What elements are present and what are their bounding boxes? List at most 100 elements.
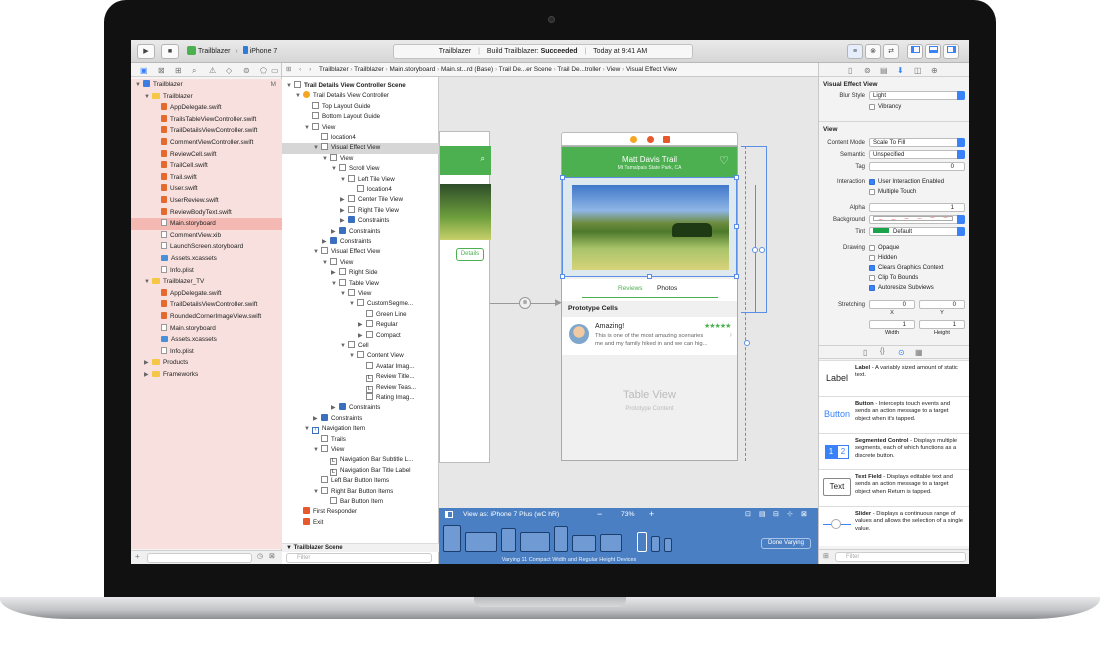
clip-bounds-checkbox[interactable] [869,275,875,281]
disclosure-icon[interactable]: ▼ [295,91,303,101]
outline-item[interactable]: ▶ Compact [282,330,439,341]
tab-reviews[interactable]: Reviews [618,285,643,292]
disclosure-icon[interactable]: ▶ [340,216,348,226]
disclosure-icon[interactable]: ▼ [331,279,339,289]
file-tree-item[interactable]: ReviewCell.swift [131,149,282,161]
view-controller-icon[interactable] [630,136,637,143]
standard-editor-button[interactable]: ≡ [847,44,863,59]
details-button[interactable]: Details [456,248,484,261]
disclosure-icon[interactable]: ▶ [331,268,339,278]
outline-item[interactable]: ▼ View [282,257,439,268]
storyboard-canvas[interactable]: ⌕ Details ⊗ ▶ Matt Davis Trail Mt Tamalp… [439,77,818,547]
file-template-icon[interactable]: ▯ [863,348,867,357]
disclosure-icon[interactable]: ▶ [340,195,348,205]
file-tree-item[interactable]: TrailDetailsViewController.swift [131,299,282,311]
breadcrumb-item[interactable]: Trailblazer [319,66,349,73]
resize-handle[interactable] [560,175,565,180]
zoom-in-button[interactable]: + [649,509,654,519]
exit-icon[interactable] [663,136,670,143]
toggle-navigator-button[interactable] [907,44,923,59]
breakpoint-icon[interactable]: ⬠ [260,66,267,75]
sidebar-toggle-icon[interactable] [445,511,453,518]
folder-icon[interactable]: ▣ [140,66,148,75]
disclosure-icon[interactable]: ▶ [313,414,321,424]
file-tree-item[interactable]: RoundedCornerImageView.swift [131,311,282,323]
outline-item[interactable]: ▼ Visual Effect View [282,247,439,257]
version-editor-button[interactable]: ⇄ [883,44,899,59]
outline-item[interactable]: ▶ Constraints [282,403,439,413]
outline-item[interactable]: ▼ Cell [282,341,439,351]
segue-icon[interactable]: ⊗ [519,297,531,309]
back-icon[interactable]: ‹ [299,66,301,73]
file-tree-item[interactable]: CommentViewController.swift [131,137,282,149]
library-item[interactable]: Button Button - Intercepts touch events a… [819,396,969,433]
file-tree-item[interactable]: Main.storyboard [131,218,282,230]
file-tree-item[interactable]: Main.storyboard [131,323,282,335]
file-tree-item[interactable]: Info.plist [131,265,282,277]
identity-icon[interactable]: ▤ [880,66,888,75]
file-tree-item[interactable]: AppDelegate.swift [131,288,282,300]
toggle-inspector-button[interactable] [943,44,959,59]
symbol-icon[interactable]: ⊞ [175,66,182,75]
constraint-handle[interactable] [744,340,750,346]
library-item[interactable]: Label Label - A variably sized amount of … [819,360,969,396]
disclosure-icon[interactable]: ▼ [313,445,321,455]
disclosure-icon[interactable]: ▼ [322,258,330,268]
forward-icon[interactable]: › [309,66,311,73]
breadcrumb-item[interactable]: View [607,66,621,73]
disclosure-icon[interactable]: ▼ [286,81,294,91]
disclosure-icon[interactable]: ▼ [304,424,312,434]
outline-item[interactable]: Avatar Imag... [282,361,439,372]
review-cell[interactable]: Amazing! ★★★★★ This is one of the most a… [562,317,737,355]
outline-item[interactable]: L Review Title... [282,372,439,383]
media-library-icon[interactable]: ▦ [915,348,923,357]
outline-scene-footer[interactable]: ▼ Trailblazer Scene [282,543,439,552]
file-tree-item[interactable]: AppDelegate.swift [131,102,282,114]
disclosure-icon[interactable]: ▶ [358,320,366,330]
disclosure-icon[interactable]: ▼ [322,154,330,164]
disclosure-icon[interactable]: ▼ [340,175,348,185]
trail-details-scene[interactable]: Matt Davis Trail Mt Tamalpais State Park… [560,146,739,461]
first-responder-icon[interactable] [647,136,654,143]
outline-item[interactable]: ▼ Left Tile View [282,174,439,185]
semantic-select[interactable]: Unspecified [869,150,965,159]
blur-style-select[interactable]: Light [869,91,965,100]
disclosure-icon[interactable]: ▼ [144,92,152,103]
stretch-y-field[interactable]: 0 [919,300,965,309]
clears-graphics-checkbox[interactable] [869,265,875,271]
outline-item[interactable]: ▼ View [282,445,439,455]
source-control-icon[interactable]: ⊠ [158,66,165,75]
outline-item[interactable]: ▶ Regular [282,320,439,330]
file-tree-item[interactable]: ▼ Trailblazer M [131,79,282,91]
disclosure-icon[interactable]: ▶ [144,370,152,381]
stop-button[interactable]: ■ [161,44,179,59]
issue-icon[interactable]: ⚠ [209,66,216,75]
device-icon[interactable] [651,536,660,552]
breadcrumb-item[interactable]: Main.storyboard [389,66,435,73]
visual-effect-view[interactable] [560,175,739,279]
library-item[interactable]: Slider - Displays a continuous range of … [819,506,969,542]
outline-item[interactable]: ▼ Visual Effect View [282,143,439,154]
device-icon[interactable] [600,534,622,552]
disclosure-icon[interactable]: ▼ [304,123,312,133]
resize-handle[interactable] [734,224,739,229]
disclosure-icon[interactable]: ▼ [349,351,357,361]
outline-item[interactable]: ▼ ‹ Navigation Item [282,424,439,435]
file-tree-item[interactable]: ▶ Products [131,357,282,369]
disclosure-icon[interactable]: ▼ [340,341,348,351]
outline-item[interactable]: L Navigation Bar Title Label [282,466,439,476]
align-icon[interactable]: ⊟ [773,510,779,518]
object-library-icon[interactable]: ⊙ [898,348,905,357]
scheme-selector[interactable]: Trailblazer › iPhone 7 [187,45,277,58]
file-inspector-icon[interactable]: ▯ [848,66,852,75]
autoresize-checkbox[interactable] [869,285,875,291]
file-tree-item[interactable]: TrailCell.swift [131,160,282,172]
outline-item[interactable]: ▶ Constraints [282,237,439,247]
file-tree-item[interactable]: ▶ Frameworks [131,369,282,381]
disclosure-icon[interactable]: ▼ [331,164,339,174]
outline-item[interactable]: ▼ View [282,153,439,164]
embed-icon[interactable]: ⊡ [745,510,751,518]
code-snippet-icon[interactable]: {} [880,348,885,355]
disclosure-icon[interactable]: ▼ [135,80,143,91]
add-icon[interactable]: + [135,552,140,561]
